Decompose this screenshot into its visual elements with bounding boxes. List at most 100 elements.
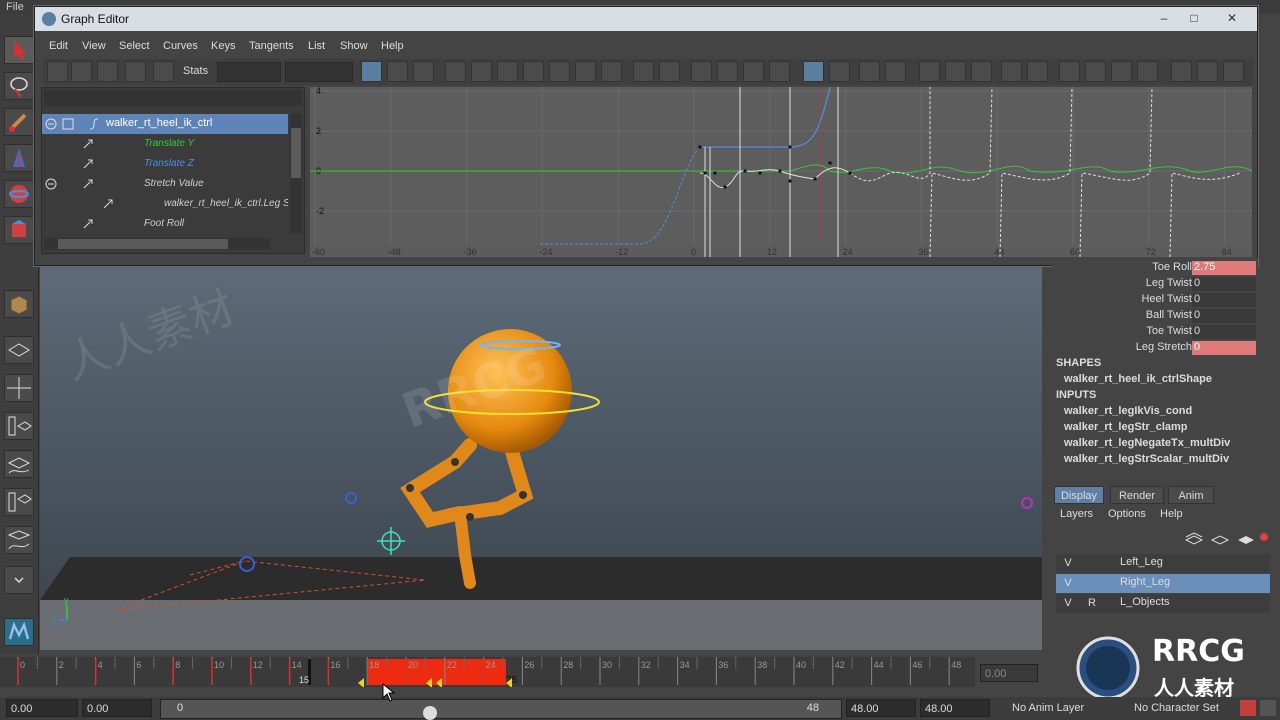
region-icon[interactable] bbox=[125, 61, 146, 82]
lock-weight-icon[interactable] bbox=[769, 61, 790, 82]
menu-select[interactable]: Select bbox=[119, 40, 150, 52]
input-node[interactable]: walker_rt_legStrScalar_multDiv bbox=[1064, 453, 1229, 465]
stats-field-value[interactable] bbox=[217, 62, 281, 82]
channel-foot-roll[interactable]: Foot Roll bbox=[42, 214, 288, 234]
move-tool-icon[interactable] bbox=[4, 144, 34, 172]
anim-end-field[interactable]: 48.00 bbox=[846, 699, 916, 717]
pre-infinity-icon[interactable] bbox=[971, 61, 992, 82]
value-snap-icon[interactable] bbox=[885, 61, 906, 82]
attr-toe-twist[interactable]: Toe Twist 0 bbox=[1052, 324, 1258, 340]
buffer-snapshot-icon[interactable] bbox=[659, 61, 680, 82]
layout-hypershade-icon[interactable] bbox=[4, 488, 34, 516]
tab-render[interactable]: Render bbox=[1110, 486, 1164, 504]
channel-stretch-value[interactable]: Stretch Value bbox=[42, 174, 288, 194]
insert-key-icon[interactable] bbox=[71, 61, 92, 82]
stats-field-time[interactable] bbox=[285, 62, 353, 82]
channel-leg-stretch[interactable]: walker_rt_heel_ik_ctrl.Leg S bbox=[42, 194, 288, 214]
outliner-filter-field[interactable] bbox=[44, 90, 302, 106]
outliner-horizontal-scrollbar[interactable] bbox=[44, 238, 270, 250]
menu-help[interactable]: Help bbox=[1160, 508, 1183, 520]
layer-display-type-toggle[interactable] bbox=[1082, 555, 1102, 572]
cycle-icon[interactable] bbox=[1027, 61, 1048, 82]
auto-key-icon[interactable] bbox=[1240, 700, 1256, 716]
menu-list[interactable]: List bbox=[308, 40, 325, 52]
tab-display[interactable]: Display bbox=[1054, 486, 1104, 504]
lasso-tool-icon[interactable] bbox=[4, 72, 34, 100]
current-time-field[interactable]: 0.00 bbox=[980, 664, 1038, 682]
tangent-linear-icon[interactable] bbox=[523, 61, 544, 82]
layer-row-l-objects[interactable]: V R L_Objects bbox=[1056, 594, 1270, 613]
input-node[interactable]: walker_rt_legIkVis_cond bbox=[1064, 405, 1192, 417]
tangent-plateau-icon[interactable] bbox=[601, 61, 622, 82]
preferences-icon[interactable] bbox=[1260, 700, 1276, 716]
anim-layer-dropdown[interactable]: No Anim Layer bbox=[1008, 699, 1118, 717]
character-set-dropdown[interactable]: No Character Set bbox=[1130, 699, 1238, 717]
close-button[interactable]: ✕ bbox=[1221, 10, 1243, 26]
start-time-field[interactable]: 0.00 bbox=[6, 699, 78, 717]
menu-show[interactable]: Show bbox=[340, 40, 368, 52]
outliner-node-row[interactable]: walker_rt_heel_ik_ctrl bbox=[42, 114, 288, 134]
layer-display-type-toggle[interactable] bbox=[1082, 575, 1102, 592]
layout-graph-icon[interactable] bbox=[4, 450, 34, 478]
menu-help[interactable]: Help bbox=[381, 40, 404, 52]
constant-infinity-icon[interactable] bbox=[1137, 61, 1158, 82]
open-camera-sequencer-icon[interactable] bbox=[1223, 61, 1244, 82]
tangent-step-icon[interactable] bbox=[575, 61, 596, 82]
menu-file[interactable]: File bbox=[6, 1, 24, 13]
retime-icon[interactable] bbox=[153, 61, 174, 82]
menu-view[interactable]: View bbox=[82, 40, 106, 52]
menu-keys[interactable]: Keys bbox=[211, 40, 235, 52]
rotate-tool-icon[interactable] bbox=[4, 180, 34, 208]
layer-row-left-leg[interactable]: V Left_Leg bbox=[1056, 554, 1270, 573]
tab-anim[interactable]: Anim bbox=[1168, 486, 1214, 504]
frame-all-icon[interactable] bbox=[361, 61, 382, 82]
menu-curves[interactable]: Curves bbox=[163, 40, 198, 52]
shape-node[interactable]: walker_rt_heel_ik_ctrlShape bbox=[1064, 373, 1212, 385]
range-slider[interactable]: 0 48 bbox=[160, 699, 842, 720]
layout-four-icon[interactable] bbox=[4, 374, 34, 402]
lattice-icon[interactable] bbox=[97, 61, 118, 82]
layer-visibility-toggle[interactable]: V bbox=[1058, 555, 1078, 572]
scale-tool-icon[interactable] bbox=[4, 216, 34, 244]
menu-tangents[interactable]: Tangents bbox=[249, 40, 294, 52]
channel-translate-z[interactable]: Translate Z bbox=[42, 154, 288, 174]
buffer-swap-icon[interactable] bbox=[633, 61, 654, 82]
attr-ball-twist[interactable]: Ball Twist 0 bbox=[1052, 308, 1258, 324]
layer-visibility-toggle[interactable]: V bbox=[1058, 575, 1078, 592]
menu-layers[interactable]: Layers bbox=[1060, 508, 1093, 520]
minimize-button[interactable]: – bbox=[1153, 10, 1175, 26]
load-selected-icon[interactable] bbox=[829, 61, 850, 82]
end-time-field[interactable]: 48.00 bbox=[920, 699, 990, 717]
cycle-offset-icon[interactable] bbox=[1059, 61, 1080, 82]
input-node[interactable]: walker_rt_legStr_clamp bbox=[1064, 421, 1188, 433]
layout-outliner-icon[interactable] bbox=[4, 412, 34, 440]
auto-load-icon[interactable] bbox=[803, 61, 824, 82]
linear-infinity-icon[interactable] bbox=[1111, 61, 1132, 82]
denormalize-icon[interactable] bbox=[945, 61, 966, 82]
center-current-icon[interactable] bbox=[413, 61, 434, 82]
anim-start-field[interactable]: 0.00 bbox=[82, 699, 152, 717]
tangent-spline-icon[interactable] bbox=[471, 61, 492, 82]
graph-area[interactable]: -60 -48 -36 -24 -12 0 12 24 36 48 60 72 84 4 2 0 -2 bbox=[310, 87, 1252, 257]
frame-playback-icon[interactable] bbox=[387, 61, 408, 82]
cube-icon[interactable] bbox=[4, 290, 34, 318]
attr-toe-roll[interactable]: Toe Roll 2.75 bbox=[1052, 260, 1258, 276]
attr-leg-twist[interactable]: Leg Twist 0 bbox=[1052, 276, 1258, 292]
select-tool-icon[interactable] bbox=[4, 36, 34, 64]
oscillate-icon[interactable] bbox=[1085, 61, 1106, 82]
move-key-icon[interactable] bbox=[47, 61, 68, 82]
tangent-flat-icon[interactable] bbox=[549, 61, 570, 82]
layer-row-right-leg[interactable]: V Right_Leg bbox=[1056, 574, 1270, 593]
break-tangent-icon[interactable] bbox=[691, 61, 712, 82]
layer-display-type-toggle[interactable]: R bbox=[1082, 595, 1102, 612]
attr-leg-stretch[interactable]: Leg Stretch 0 bbox=[1052, 340, 1258, 356]
layer-visibility-toggle[interactable]: V bbox=[1058, 595, 1078, 612]
menu-options[interactable]: Options bbox=[1108, 508, 1146, 520]
channel-translate-y[interactable]: Translate Y bbox=[42, 134, 288, 154]
menu-edit[interactable]: Edit bbox=[49, 40, 68, 52]
free-weight-icon[interactable] bbox=[743, 61, 764, 82]
range-slider-handle[interactable] bbox=[423, 706, 437, 720]
outliner-vertical-scrollbar[interactable] bbox=[290, 114, 302, 234]
tangent-clamped-icon[interactable] bbox=[497, 61, 518, 82]
graph-editor-titlebar[interactable]: Graph Editor – □ ✕ bbox=[35, 7, 1257, 31]
